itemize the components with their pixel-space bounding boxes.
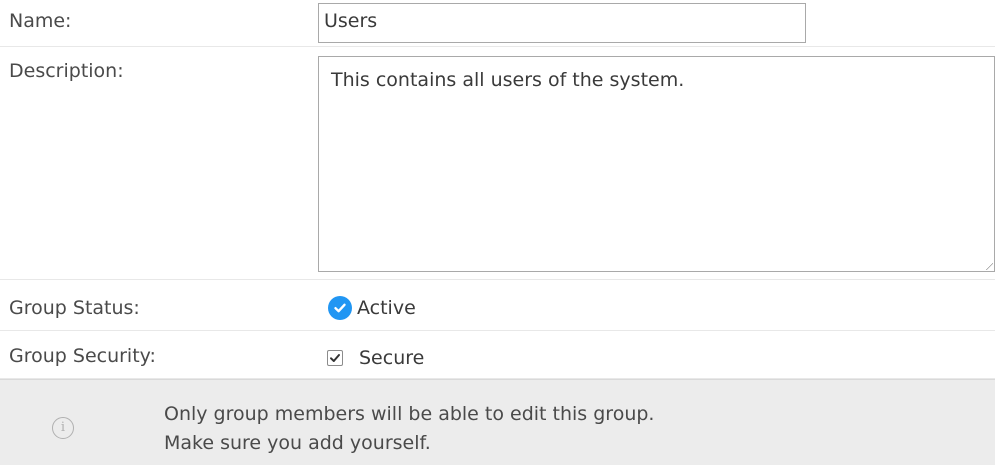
status-row: Group Status: Active (0, 280, 995, 331)
notice-line-2: Make sure you add yourself. (164, 432, 431, 454)
status-label: Group Status: (9, 297, 140, 319)
secure-checkbox[interactable] (327, 350, 343, 366)
secure-checkbox-label[interactable]: Secure (359, 347, 424, 369)
security-label: Group Security: (9, 345, 156, 367)
notice-line-1: Only group members will be able to edit … (164, 403, 655, 425)
group-form: Name: Users Description: This contains a… (0, 0, 995, 465)
description-text: This contains all users of the system. (331, 69, 685, 91)
info-notice: i Only group members will be able to edi… (0, 379, 995, 465)
name-input[interactable]: Users (318, 3, 806, 43)
info-icon: i (52, 417, 74, 439)
notice-text: Only group members will be able to edit … (164, 400, 654, 458)
status-value: Active (357, 297, 416, 319)
name-row: Name: Users (0, 0, 995, 47)
secure-checkbox-group[interactable]: Secure (327, 344, 424, 372)
security-row: Group Security: Secure (0, 331, 995, 379)
description-label: Description: (9, 60, 124, 82)
resize-grip-icon[interactable] (985, 262, 993, 270)
name-label: Name: (9, 10, 72, 32)
status-indicator: Active (328, 294, 416, 322)
check-circle-icon (328, 296, 352, 320)
description-row: Description: This contains all users of … (0, 47, 995, 280)
description-textarea[interactable]: This contains all users of the system. (318, 56, 995, 272)
